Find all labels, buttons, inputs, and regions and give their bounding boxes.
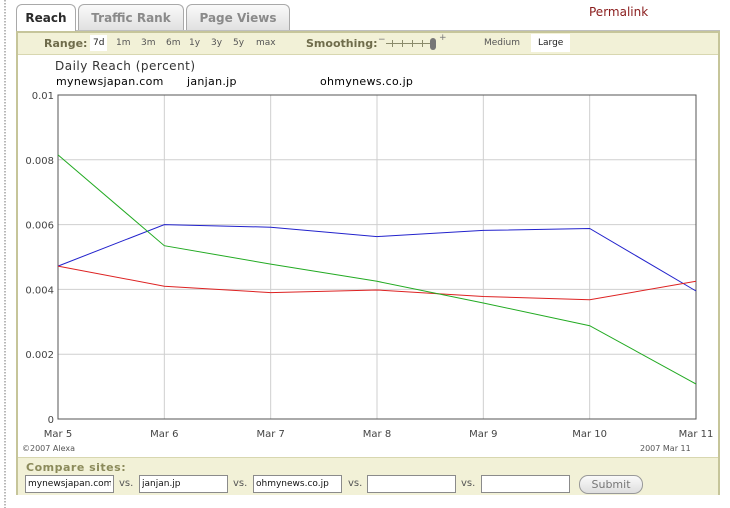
x-tick-label: Mar 6 — [150, 429, 178, 440]
smoothing-min-icon: − — [378, 35, 386, 45]
compare-site-input-1[interactable] — [25, 475, 114, 493]
tab-traffic-rank[interactable]: Traffic Rank — [78, 4, 184, 30]
copyright-text: ©2007 Alexa — [22, 444, 76, 453]
y-tick-label: 0.004 — [25, 285, 54, 296]
vs-label: vs. — [348, 478, 363, 489]
slider-rail — [386, 43, 434, 44]
left-dotted-border — [4, 0, 6, 508]
range-option-3m[interactable]: 3m — [141, 38, 156, 48]
permalink-link[interactable]: Permalink — [589, 5, 648, 19]
range-option-max[interactable]: max — [256, 38, 276, 48]
smoothing-plus-icon: + — [439, 33, 447, 43]
x-tick-label: Mar 9 — [469, 429, 497, 440]
slider-tick — [422, 40, 423, 47]
range-option-7d[interactable]: 7d — [90, 35, 108, 51]
slider-tick — [412, 40, 413, 47]
y-tick-label: 0 — [48, 415, 54, 426]
size-option-medium[interactable]: Medium — [484, 38, 520, 48]
range-label: Range: — [44, 37, 88, 50]
x-tick-label: Mar 5 — [44, 429, 72, 440]
legend-series-2: janjan.jp — [187, 75, 237, 88]
x-tick-label: Mar 10 — [572, 429, 607, 440]
chart-controls: Range: 7d 1m 3m 6m 1y 3y 5y max Smoothin… — [18, 33, 718, 55]
y-tick-label: 0.006 — [25, 221, 54, 232]
x-tick-label: Mar 7 — [256, 429, 284, 440]
range-option-5y[interactable]: 5y — [233, 38, 244, 48]
y-tick-label: 0.002 — [25, 350, 54, 361]
y-tick-label: 0.008 — [25, 156, 54, 167]
x-tick-label: Mar 11 — [679, 429, 714, 440]
vs-label: vs. — [461, 478, 476, 489]
reach-chart: 0.01 0.008 0.006 0.004 0.002 0 Mar 5 Mar 6 Mar 7… — [25, 91, 714, 440]
tab-reach[interactable]: Reach — [16, 4, 76, 31]
compare-site-input-5[interactable] — [481, 475, 570, 493]
compare-site-input-2[interactable] — [139, 475, 228, 493]
vs-label: vs. — [119, 478, 134, 489]
slider-knob[interactable] — [430, 38, 436, 50]
smoothing-label: Smoothing: — [306, 37, 378, 50]
size-option-large[interactable]: Large — [531, 34, 571, 52]
submit-button[interactable]: Submit — [579, 475, 643, 494]
reach-panel: Range: 7d 1m 3m 6m 1y 3y 5y max Smoothin… — [16, 31, 720, 495]
chart-title: Daily Reach (percent) — [55, 59, 196, 73]
smoothing-slider[interactable]: − + — [378, 33, 450, 51]
slider-tick — [392, 40, 393, 47]
range-option-1y[interactable]: 1y — [189, 38, 200, 48]
compare-site-input-4[interactable] — [367, 475, 456, 493]
compare-sites-bar: Compare sites: vs. vs. vs. vs. Submit — [18, 457, 718, 495]
y-tick-label: 0.01 — [32, 91, 54, 102]
chart-date: 2007 Mar 11 — [640, 444, 691, 453]
range-option-1m[interactable]: 1m — [116, 38, 131, 48]
tab-page-views[interactable]: Page Views — [186, 4, 290, 30]
x-tick-label: Mar 8 — [363, 429, 391, 440]
compare-site-input-3[interactable] — [253, 475, 342, 493]
slider-tick — [402, 40, 403, 47]
compare-sites-label: Compare sites: — [26, 461, 127, 474]
legend-series-1: mynewsjapan.com — [56, 75, 164, 88]
range-option-3y[interactable]: 3y — [211, 38, 222, 48]
legend-series-3: ohmynews.co.jp — [320, 75, 414, 88]
range-option-6m[interactable]: 6m — [166, 38, 181, 48]
vs-label: vs. — [233, 478, 248, 489]
